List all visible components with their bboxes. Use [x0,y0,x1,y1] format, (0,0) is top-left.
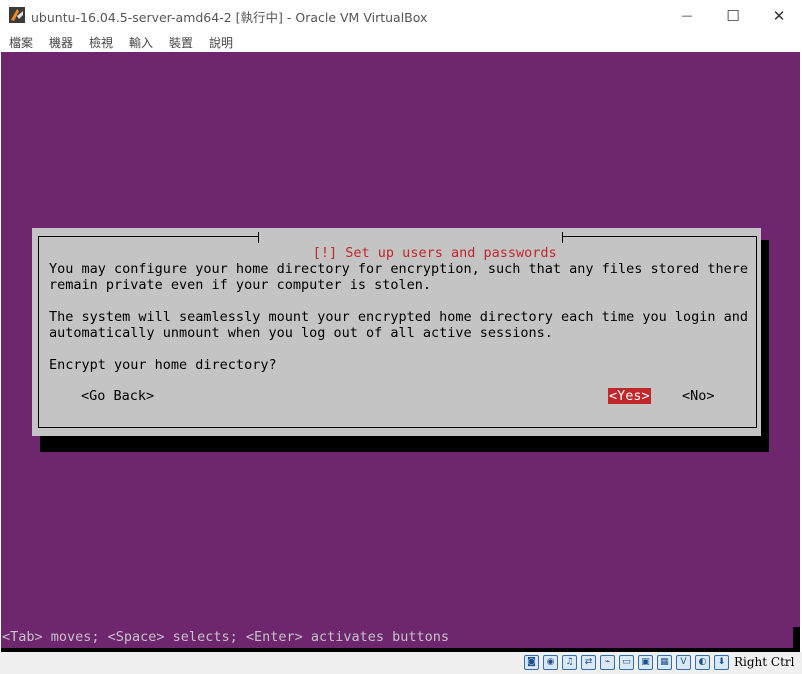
close-button[interactable]: ✕ [756,0,802,31]
installer-dialog: [!] Set up users and passwords You may c… [32,228,761,436]
network-icon[interactable]: ⇄ [581,655,596,670]
vm-screen[interactable]: [!] Set up users and passwords You may c… [1,52,800,652]
minimize-button[interactable]: — [664,0,710,31]
host-key-label: Right Ctrl [734,655,795,669]
menu-devices[interactable]: 裝置 [169,34,193,51]
go-back-button[interactable]: <Go Back> [81,388,154,404]
title-bar: ubuntu-16.04.5-server-amd64-2 [執行中] - Or… [0,0,802,31]
dialog-line: remain private even if your computer is … [49,277,432,293]
shared-folders-icon[interactable]: ▭ [619,655,634,670]
menu-file[interactable]: 檔案 [9,34,33,51]
keyboard-capture-icon[interactable]: ⬇ [714,655,729,670]
window-title: ubuntu-16.04.5-server-amd64-2 [執行中] - Or… [31,10,428,25]
dialog-line: automatically unmount when you log out o… [49,325,553,341]
dialog-shadow-right [761,240,769,450]
recording-icon[interactable]: ▦ [657,655,672,670]
optical-drive-icon[interactable]: ◉ [543,655,558,670]
display-icon[interactable]: ▣ [638,655,653,670]
no-button[interactable]: <No> [682,388,715,404]
menu-input[interactable]: 輸入 [129,34,153,51]
yes-button[interactable]: <Yes> [608,388,651,404]
mouse-integration-icon[interactable]: ◐ [695,655,710,670]
virtualbox-icon [9,7,25,23]
dialog-line: You may configure your home directory fo… [49,261,748,277]
dialog-title: [!] Set up users and passwords [312,245,557,261]
menu-help[interactable]: 說明 [209,34,233,51]
close-icon: ✕ [772,6,786,25]
hard-disk-icon[interactable]: ◙ [524,655,539,670]
dialog-question: Encrypt your home directory? [49,357,277,373]
status-bar: ◙ ◉ ♫ ⇄ ⌁ ▭ ▣ ▦ V ◐ ⬇ Right Ctrl [0,652,802,674]
cpu-icon[interactable]: V [676,655,691,670]
menu-machine[interactable]: 機器 [49,34,73,51]
usb-icon[interactable]: ⌁ [600,655,615,670]
audio-icon[interactable]: ♫ [562,655,577,670]
menu-view[interactable]: 檢視 [89,34,113,51]
help-line: <Tab> moves; <Space> selects; <Enter> ac… [2,629,450,645]
maximize-icon: ☐ [726,6,740,25]
menu-bar: 檔案 機器 檢視 輸入 裝置 說明 [0,31,802,52]
minimize-icon: — [681,9,693,22]
dialog-title-box: [!] Set up users and passwords [258,229,563,261]
console-cursor [793,627,800,649]
maximize-button[interactable]: ☐ [710,0,756,31]
dialog-line: The system will seamlessly mount your en… [49,309,748,325]
